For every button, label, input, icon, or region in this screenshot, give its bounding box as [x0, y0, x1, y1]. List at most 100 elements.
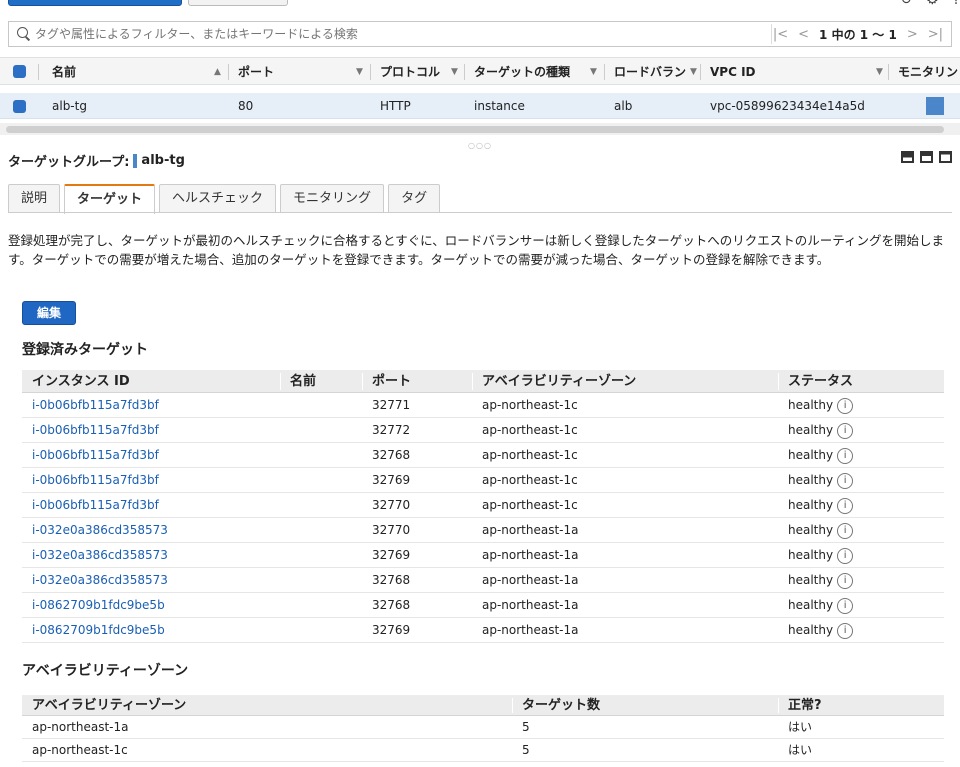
table-row: ap-northeast-1a 5 はい: [22, 716, 944, 739]
col-az-name[interactable]: アベイラビリティーゾーン: [32, 695, 186, 716]
col-target-name[interactable]: 名前: [290, 370, 316, 393]
search-input[interactable]: [35, 27, 755, 41]
info-icon[interactable]: i: [837, 522, 854, 539]
sort-icon[interactable]: ▼: [876, 58, 883, 86]
instance-id-link[interactable]: i-0862709b1fdc9be5b: [32, 618, 165, 643]
target-az: ap-northeast-1a: [482, 548, 579, 562]
next-page-icon[interactable]: >: [907, 27, 918, 42]
target-groups-table-header: 名前 ▲ ポート ▼ プロトコル ▼ ターゲットの種類 ▼ ロードバラン ▼ V…: [0, 57, 960, 85]
col-load-balancer[interactable]: ロードバラン: [614, 58, 686, 86]
edit-button[interactable]: 編集: [22, 301, 76, 325]
instance-id-link[interactable]: i-0b06bfb115a7fd3bf: [32, 393, 159, 418]
info-icon[interactable]: i: [837, 497, 854, 514]
col-az-count[interactable]: ターゲット数: [522, 695, 600, 716]
sort-icon[interactable]: ▼: [451, 58, 458, 86]
info-icon[interactable]: i: [837, 472, 854, 489]
instance-id-link[interactable]: i-0b06bfb115a7fd3bf: [32, 468, 159, 493]
status-text: healthy: [788, 423, 834, 437]
col-az-healthy[interactable]: 正常?: [788, 695, 822, 716]
monitoring-icon[interactable]: [926, 97, 944, 115]
tab-targets[interactable]: ターゲット: [64, 184, 156, 214]
instance-id-link[interactable]: i-0b06bfb115a7fd3bf: [32, 418, 159, 443]
registered-targets-table: インスタンス ID 名前 ポート アベイラビリティーゾーン ステータス i-0b…: [22, 370, 944, 643]
tab-health-check[interactable]: ヘルスチェック: [159, 184, 277, 213]
instance-id-link[interactable]: i-032e0a386cd358573: [32, 568, 168, 593]
row-name: alb-tg: [52, 99, 87, 113]
info-icon[interactable]: i: [837, 447, 854, 464]
col-name[interactable]: 名前: [52, 58, 76, 86]
registered-targets-header: インスタンス ID 名前 ポート アベイラビリティーゾーン ステータス: [22, 370, 944, 393]
instance-id-link[interactable]: i-0b06bfb115a7fd3bf: [32, 493, 159, 518]
instance-id-link[interactable]: i-0b06bfb115a7fd3bf: [32, 443, 159, 468]
actions-button[interactable]: [188, 0, 288, 6]
settings-icon[interactable]: ⚙: [926, 0, 939, 8]
tab-description[interactable]: 説明: [8, 184, 61, 213]
col-instance-id[interactable]: インスタンス ID: [32, 370, 130, 393]
status-text: healthy: [788, 573, 834, 587]
col-target-az[interactable]: アベイラビリティーゾーン: [482, 370, 636, 393]
panel-bottom-icon[interactable]: [901, 151, 914, 163]
target-port: 32770: [372, 498, 411, 512]
sort-icon[interactable]: ▼: [690, 58, 697, 86]
registered-targets-title: 登録済みターゲット: [22, 342, 148, 358]
instance-id-link[interactable]: i-0862709b1fdc9be5b: [32, 593, 165, 618]
table-row: i-032e0a386cd358573 32768 ap-northeast-1a h…: [22, 568, 944, 593]
table-row[interactable]: alb-tg 80 HTTP instance alb vpc-05899623…: [0, 93, 960, 119]
col-target-type[interactable]: ターゲットの種類: [474, 58, 570, 86]
help-icon[interactable]: ?: [953, 0, 960, 8]
target-port: 32769: [372, 623, 411, 637]
instance-id-link[interactable]: i-032e0a386cd358573: [32, 543, 168, 568]
row-vpc-id: vpc-05899623434e14a5d: [710, 99, 865, 113]
tab-tags[interactable]: タグ: [388, 184, 441, 213]
target-az: ap-northeast-1a: [482, 623, 579, 637]
col-vpc-id[interactable]: VPC ID: [710, 58, 756, 86]
row-load-balancer: alb: [614, 99, 633, 113]
info-icon[interactable]: i: [837, 422, 854, 439]
table-row: i-032e0a386cd358573 32769 ap-northeast-1a h…: [22, 543, 944, 568]
instance-id-link[interactable]: i-032e0a386cd358573: [32, 518, 168, 543]
resize-handle-icon[interactable]: ○○○: [468, 141, 492, 150]
row-checkbox[interactable]: [13, 100, 26, 113]
last-page-icon[interactable]: >|: [928, 27, 943, 42]
sort-asc-icon[interactable]: ▲: [214, 58, 221, 86]
table-row: i-032e0a386cd358573 32770 ap-northeast-1a h…: [22, 518, 944, 543]
table-row: i-0862709b1fdc9be5b 32768 ap-northeast-1a h…: [22, 593, 944, 618]
sort-icon[interactable]: ▼: [356, 58, 363, 86]
table-row: ap-northeast-1c 5 はい: [22, 739, 944, 762]
info-icon[interactable]: i: [837, 572, 854, 589]
panel-max-icon[interactable]: [939, 151, 952, 163]
target-az: ap-northeast-1a: [482, 598, 579, 612]
detail-title: ターゲットグループ: alb-tg: [8, 151, 185, 170]
target-az: ap-northeast-1a: [482, 523, 579, 537]
status-text: healthy: [788, 548, 834, 562]
col-port[interactable]: ポート: [238, 58, 274, 86]
detail-title-label: ターゲットグループ:: [8, 155, 130, 170]
first-page-icon[interactable]: |<: [773, 27, 788, 42]
col-protocol[interactable]: プロトコル: [380, 58, 440, 86]
target-az: ap-northeast-1c: [482, 498, 578, 512]
col-monitoring[interactable]: モニタリン: [898, 58, 960, 86]
create-target-group-button[interactable]: [8, 0, 182, 6]
target-az: ap-northeast-1a: [482, 573, 579, 587]
table-row: i-0b06bfb115a7fd3bf 32770 ap-northeast-1c h…: [22, 493, 944, 518]
target-port: 32768: [372, 598, 411, 612]
info-icon[interactable]: i: [837, 622, 854, 639]
refresh-icon[interactable]: ↻: [900, 0, 912, 8]
sort-icon[interactable]: ▼: [590, 58, 597, 86]
az-table-header: アベイラビリティーゾーン ターゲット数 正常?: [22, 695, 944, 716]
panel-split-icon[interactable]: [920, 151, 933, 163]
prev-page-icon[interactable]: <: [798, 27, 809, 42]
col-target-port[interactable]: ポート: [372, 370, 411, 393]
detail-title-value: alb-tg: [141, 153, 185, 168]
info-icon[interactable]: i: [837, 547, 854, 564]
tab-monitoring[interactable]: モニタリング: [280, 184, 385, 213]
status-text: healthy: [788, 623, 834, 637]
col-target-status[interactable]: ステータス: [788, 370, 853, 393]
info-icon[interactable]: i: [837, 597, 854, 614]
horizontal-scrollbar[interactable]: [6, 126, 944, 133]
tag-color-marker: [133, 153, 138, 168]
target-status: healthy i: [788, 593, 854, 618]
select-all-checkbox[interactable]: [13, 65, 26, 78]
status-text: healthy: [788, 398, 834, 412]
info-icon[interactable]: i: [837, 397, 854, 414]
